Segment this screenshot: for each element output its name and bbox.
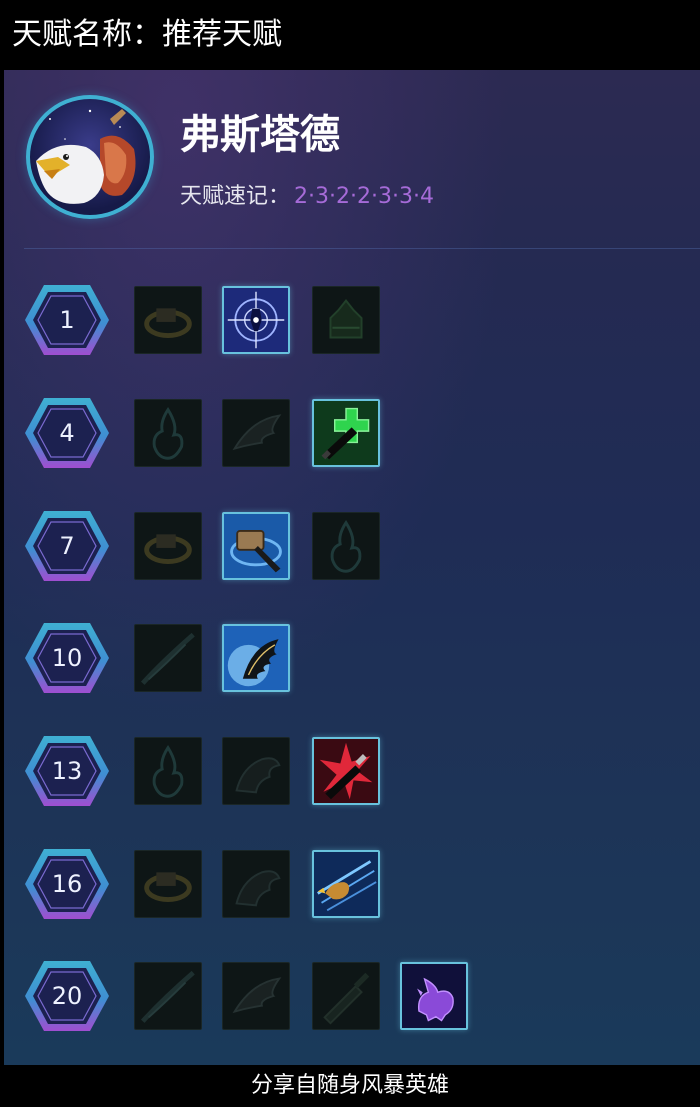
talent-option-wings[interactable] <box>222 399 290 467</box>
talent-panel: 弗斯塔德 天赋速记： 2·3·2·2·3·3·4 1 4 7 10 13 16 … <box>4 70 700 1065</box>
sword-icon <box>323 972 370 1025</box>
tier-badge: 1 <box>22 282 112 358</box>
share-footer: 分享自随身风暴英雄 <box>0 1065 700 1107</box>
divider <box>24 248 700 249</box>
tier-badge: 13 <box>22 733 112 809</box>
tier-row-level-20: 20 <box>4 958 700 1034</box>
eagle-icon <box>235 870 281 907</box>
eagle-icon <box>235 757 281 794</box>
talent-option-flame[interactable] <box>134 399 202 467</box>
page: 天赋名称：推荐天赋 弗斯塔德 天赋速记： 2·3·2·2·3·3·4 1 4 7… <box>0 0 700 1107</box>
tier-row-level-4: 4 <box>4 395 700 471</box>
talent-option-fortress[interactable] <box>312 286 380 354</box>
talent-option-flame[interactable] <box>312 512 380 580</box>
tier-level: 1 <box>59 306 75 334</box>
talent-option-spin[interactable] <box>134 512 202 580</box>
quick-build-label: 天赋速记： <box>180 184 291 209</box>
tier-row-level-16: 16 <box>4 846 700 922</box>
talent-option-comet[interactable] <box>134 962 202 1030</box>
gryphon-icon <box>402 964 466 1028</box>
flame-icon <box>152 745 184 798</box>
talent-option-heal-sword[interactable] <box>312 399 380 467</box>
talent-option-spin[interactable] <box>134 850 202 918</box>
quick-build-value: 2·3·2·2·3·3·4 <box>294 184 434 209</box>
talent-option-comet[interactable] <box>134 624 202 692</box>
tier-badge: 16 <box>22 846 112 922</box>
talent-option-hammer[interactable] <box>222 512 290 580</box>
tier-level: 20 <box>51 982 83 1010</box>
tier-level: 13 <box>51 757 83 785</box>
tier-level: 16 <box>51 870 83 898</box>
hammer-icon <box>224 514 288 578</box>
tier-row-level-1: 1 <box>4 282 700 358</box>
talent-option-eagle[interactable] <box>222 850 290 918</box>
talent-option-eagle[interactable] <box>222 737 290 805</box>
tier-badge: 20 <box>22 958 112 1034</box>
tier-row-level-13: 13 <box>4 733 700 809</box>
wing-icon <box>232 414 282 451</box>
tier-level: 7 <box>59 532 75 560</box>
comet-icon <box>140 632 195 685</box>
flame-icon <box>330 520 362 573</box>
fortress-icon <box>329 299 363 339</box>
gryphon-charge-icon <box>314 852 378 916</box>
tier-row-level-10: 10 <box>4 620 700 696</box>
quick-build-row: 天赋速记： 2·3·2·2·3·3·4 <box>180 178 434 210</box>
spinning-hammer-icon <box>144 308 192 338</box>
talent-option-flame[interactable] <box>134 737 202 805</box>
critical-sword-icon <box>314 739 378 803</box>
talent-option-spin[interactable] <box>134 286 202 354</box>
page-title: 天赋名称：推荐天赋 <box>0 0 700 70</box>
hero-portrait-icon <box>36 109 136 204</box>
talent-option-crit-sword[interactable] <box>312 737 380 805</box>
talent-option-sword[interactable] <box>312 962 380 1030</box>
crosshair-icon <box>224 288 288 352</box>
spinning-hammer-icon <box>144 534 192 564</box>
tier-level: 10 <box>51 644 83 672</box>
spinning-hammer-icon <box>144 872 192 902</box>
sword-heal-icon <box>314 401 378 465</box>
hero-avatar <box>26 95 154 219</box>
flame-icon <box>152 407 184 460</box>
tier-badge: 10 <box>22 620 112 696</box>
talent-option-gryphon[interactable] <box>400 962 468 1030</box>
comet-icon <box>140 970 195 1023</box>
hero-name: 弗斯塔德 <box>180 112 340 158</box>
talent-option-gryphon-wing[interactable] <box>222 624 290 692</box>
wing-icon <box>232 977 282 1014</box>
tier-badge: 7 <box>22 508 112 584</box>
tier-row-level-7: 7 <box>4 508 700 584</box>
talent-option-crosshair[interactable] <box>222 286 290 354</box>
talent-option-wings[interactable] <box>222 962 290 1030</box>
talent-option-gryphon-charge[interactable] <box>312 850 380 918</box>
tier-badge: 4 <box>22 395 112 471</box>
tier-level: 4 <box>59 419 75 447</box>
gryphon-wing-icon <box>224 626 288 690</box>
